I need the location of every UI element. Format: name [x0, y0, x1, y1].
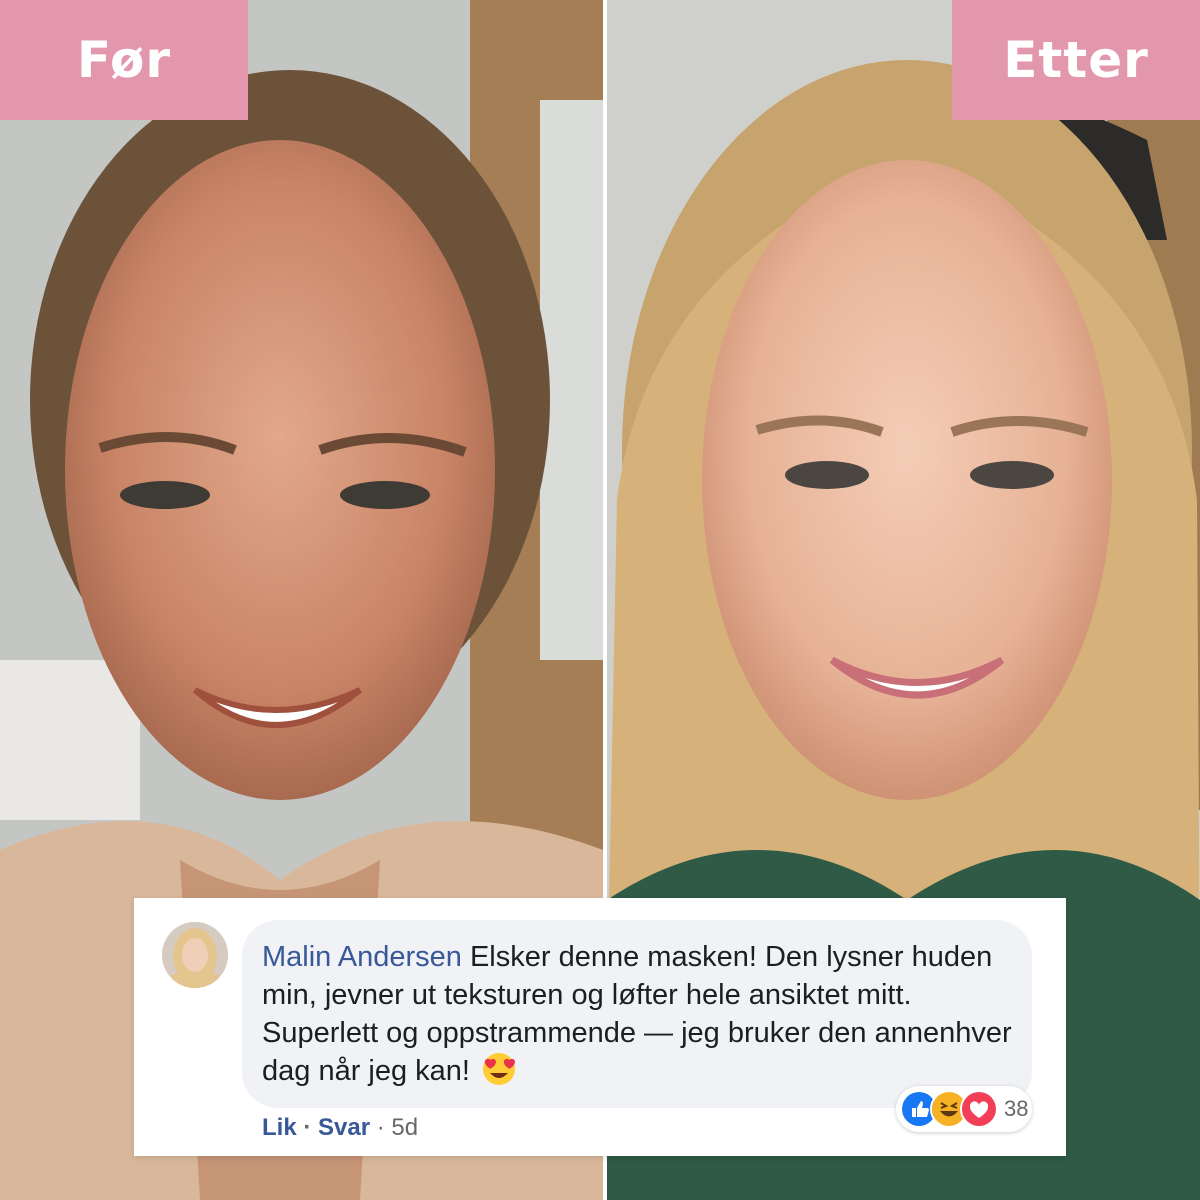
like-link[interactable]: Lik: [262, 1114, 297, 1141]
comment-author[interactable]: Malin Andersen: [262, 941, 462, 973]
comment-actions: Lik · Svar · 5d: [262, 1114, 418, 1142]
reactions-summary[interactable]: 38: [896, 1086, 1032, 1132]
comment-bubble: Malin Andersen Elsker denne masken! Den …: [242, 920, 1032, 1108]
before-label: Før: [0, 0, 248, 120]
after-label: Etter: [952, 0, 1200, 120]
comment-body: Malin Andersen Elsker denne masken! Den …: [262, 938, 1022, 1090]
action-separator: ·: [303, 1114, 319, 1141]
reply-link[interactable]: Svar: [318, 1114, 370, 1141]
heart-eyes-emoji: [482, 1052, 516, 1086]
love-icon: [960, 1090, 998, 1128]
comment-card: Malin Andersen Elsker denne masken! Den …: [134, 898, 1066, 1156]
avatar[interactable]: [162, 922, 228, 988]
action-separator: ·: [376, 1114, 392, 1141]
comment-timestamp[interactable]: 5d: [391, 1114, 418, 1141]
reaction-count: 38: [1004, 1096, 1029, 1121]
